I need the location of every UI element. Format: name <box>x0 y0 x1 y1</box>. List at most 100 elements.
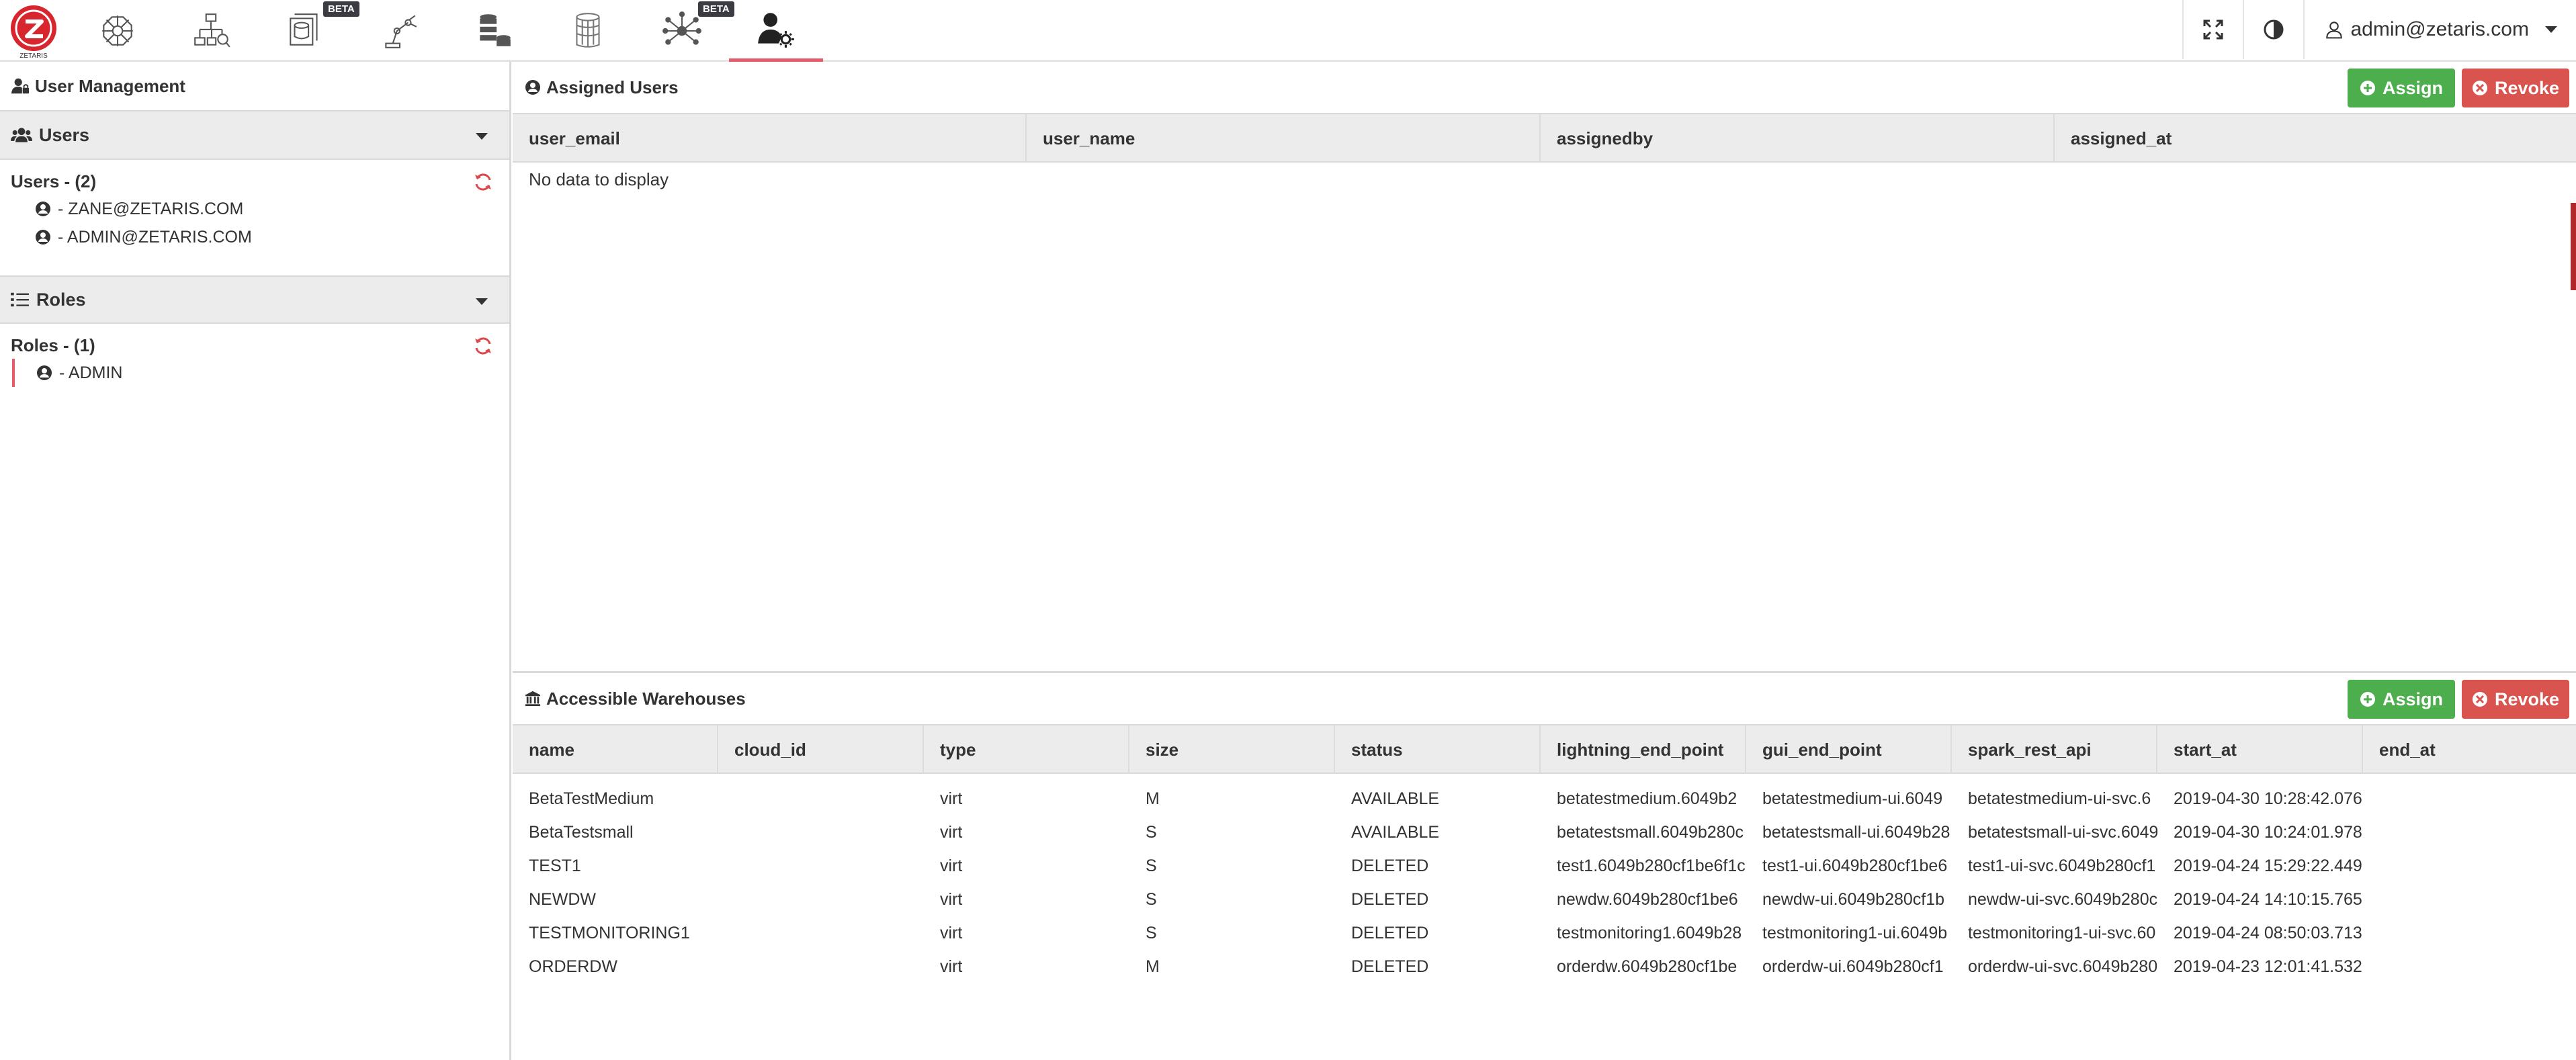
scrollbar-thumb[interactable] <box>2571 203 2576 290</box>
users-group-title[interactable]: Users - (2) <box>11 168 499 195</box>
table-cell: newdw-ui.6049b280cf1b <box>1762 889 1945 909</box>
table-cell <box>718 950 924 983</box>
user-item[interactable]: - ADMIN@ZETARIS.COM <box>11 223 499 251</box>
table-cell <box>718 782 924 815</box>
sidebar: User Management Users Users - (2) - ZANE… <box>0 62 511 1060</box>
column-header[interactable]: size <box>1129 725 1335 774</box>
column-header[interactable]: cloud_id <box>718 725 924 774</box>
table-cell <box>2363 916 2576 950</box>
table-cell: testmonitoring1-ui.6049b <box>1762 923 1948 942</box>
user-circle-icon <box>525 80 540 95</box>
column-header[interactable]: user_name <box>1027 114 1541 163</box>
column-header[interactable]: start_at <box>2157 725 2363 774</box>
user-menu-label: admin@zetaris.com <box>2350 18 2529 40</box>
accessible-warehouses-panel: Accessible Warehouses Assign Revoke name… <box>513 673 2576 1060</box>
hierarchy-search-icon[interactable] <box>165 0 259 62</box>
table-row[interactable]: ORDERDW virt M DELETED orderdw.6049b280c… <box>513 950 2576 983</box>
roles-list: Roles - (1) - ADMIN <box>0 324 509 400</box>
column-header[interactable]: user_email <box>513 114 1027 163</box>
table-row[interactable]: NEWDW virt S DELETED newdw.6049b280cf1be… <box>513 883 2576 916</box>
assign-warehouse-button[interactable]: Assign <box>2348 680 2455 719</box>
column-header[interactable]: name <box>513 725 718 774</box>
neural-network-icon[interactable]: BETA <box>635 0 734 62</box>
expand-icon <box>2203 19 2223 40</box>
column-header[interactable]: status <box>1335 725 1541 774</box>
table-cell: betatestsmall.6049b280c <box>1557 822 1744 842</box>
times-circle-icon <box>2472 692 2487 707</box>
column-header[interactable]: lightning_end_point <box>1541 725 1746 774</box>
table-cell: test1.6049b280cf1be6f1c <box>1557 856 1746 875</box>
table-row[interactable]: TESTMONITORING1 virt S DELETED testmonit… <box>513 916 2576 950</box>
column-header[interactable]: gui_end_point <box>1746 725 1952 774</box>
table-cell: BetaTestsmall <box>529 822 634 842</box>
database-grid-icon[interactable] <box>541 0 635 62</box>
caret-down-icon[interactable] <box>476 298 488 305</box>
table-cell: test1-ui-svc.6049b280cf1 <box>1968 856 2156 875</box>
revoke-user-button[interactable]: Revoke <box>2462 69 2569 107</box>
caret-down-icon[interactable] <box>476 133 488 140</box>
table-cell: BetaTestMedium <box>529 789 654 808</box>
roles-group-title[interactable]: Roles - (1) <box>11 332 499 359</box>
table-cell: betatestsmall-ui.6049b28 <box>1762 822 1950 842</box>
empty-table-message: No data to display <box>529 169 669 189</box>
column-header[interactable]: assigned_at <box>2055 114 2576 163</box>
user-item-label: - ADMIN@ZETARIS.COM <box>58 227 252 247</box>
table-cell: S <box>1146 822 1157 842</box>
network-hub-icon[interactable] <box>71 0 165 62</box>
data-stack-icon[interactable]: BETA <box>259 0 359 62</box>
zetaris-logo[interactable]: ZETARIS <box>7 3 60 60</box>
table-cell <box>718 849 924 883</box>
user-menu-button[interactable]: admin@zetaris.com <box>2303 0 2576 59</box>
column-header[interactable]: assignedby <box>1541 114 2055 163</box>
user-item[interactable]: - ZANE@ZETARIS.COM <box>11 195 499 223</box>
table-cell: test1-ui.6049b280cf1be6 <box>1762 856 1948 875</box>
users-icon <box>11 128 32 142</box>
table-cell: DELETED <box>1351 923 1429 942</box>
user-item-label: - ZANE@ZETARIS.COM <box>58 199 244 218</box>
roles-section-header[interactable]: Roles <box>0 275 509 324</box>
warehouses-header: Accessible Warehouses Assign Revoke <box>513 673 2576 725</box>
column-header[interactable]: end_at <box>2363 725 2576 774</box>
column-header[interactable]: spark_rest_api <box>1952 725 2157 774</box>
table-cell: virt <box>940 957 963 976</box>
table-cell: 2019-04-24 08:50:03.713 <box>2174 923 2362 942</box>
contrast-icon <box>2264 19 2284 40</box>
table-cell: TESTMONITORING1 <box>529 923 690 942</box>
table-cell: AVAILABLE <box>1351 789 1440 808</box>
user-circle-icon <box>36 202 50 216</box>
table-cell <box>2363 849 2576 883</box>
assign-user-button[interactable]: Assign <box>2348 69 2455 107</box>
table-cell: 2019-04-24 15:29:22.449 <box>2174 856 2362 875</box>
table-row[interactable]: BetaTestsmall virt S AVAILABLE betatests… <box>513 815 2576 849</box>
refresh-icon[interactable] <box>473 336 493 356</box>
user-settings-icon[interactable] <box>729 0 823 62</box>
theme-toggle-button[interactable] <box>2243 0 2303 59</box>
warehouses-title: Accessible Warehouses <box>546 688 746 709</box>
list-icon <box>11 292 29 307</box>
table-row[interactable]: TEST1 virt S DELETED test1.6049b280cf1be… <box>513 849 2576 883</box>
role-item[interactable]: - ADMIN <box>12 359 499 387</box>
plus-circle-icon <box>2360 81 2375 95</box>
revoke-warehouse-button[interactable]: Revoke <box>2462 680 2569 719</box>
page-scrollbar[interactable] <box>2569 62 2576 1060</box>
table-cell: 2019-04-30 10:28:42.076 <box>2174 789 2362 808</box>
table-cell: virt <box>940 889 963 909</box>
refresh-icon[interactable] <box>473 172 493 192</box>
robot-arm-icon[interactable] <box>353 0 447 62</box>
table-cell: M <box>1146 789 1160 808</box>
table-cell: betatestmedium-ui-svc.6 <box>1968 789 2151 808</box>
table-cell: M <box>1146 957 1160 976</box>
column-header[interactable]: type <box>924 725 1129 774</box>
table-cell: orderdw.6049b280cf1be <box>1557 957 1737 976</box>
fullscreen-button[interactable] <box>2182 0 2243 59</box>
table-cell: 2019-04-24 14:10:15.765 <box>2174 889 2362 909</box>
svg-text:ZETARIS: ZETARIS <box>19 52 48 59</box>
users-section-header[interactable]: Users <box>0 112 509 160</box>
database-cluster-icon[interactable] <box>447 0 541 62</box>
table-row[interactable]: BetaTestMedium virt M AVAILABLE betatest… <box>513 782 2576 815</box>
revoke-button-label: Revoke <box>2494 77 2560 98</box>
sidebar-title-label: User Management <box>35 75 185 96</box>
table-cell: S <box>1146 889 1157 909</box>
table-cell <box>2363 883 2576 916</box>
table-cell <box>2363 950 2576 983</box>
